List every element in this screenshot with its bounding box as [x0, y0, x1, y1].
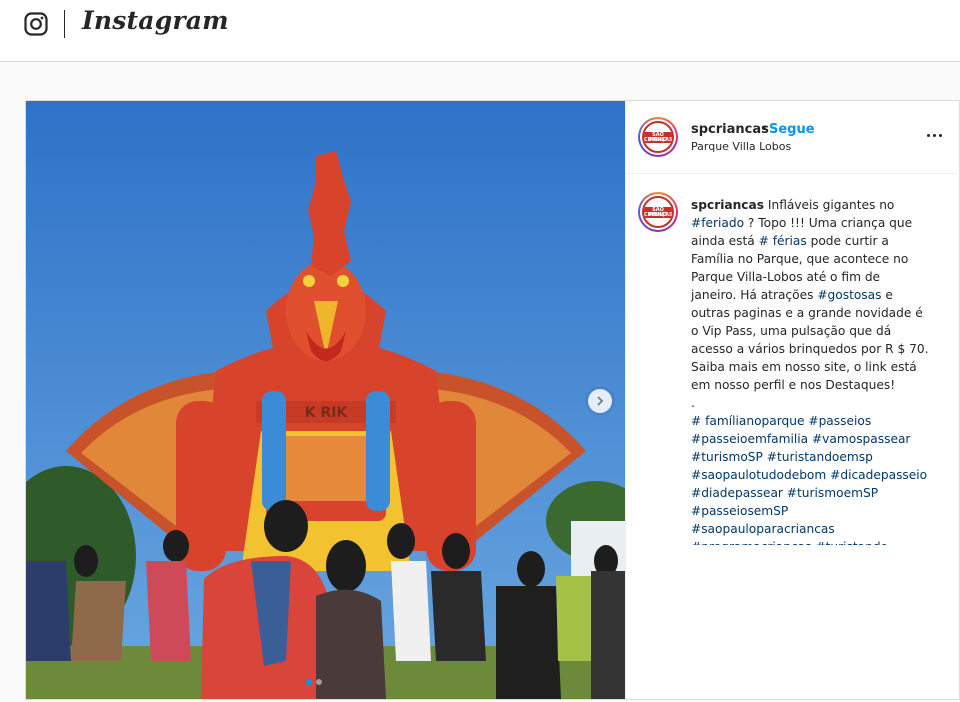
more-dot: [933, 134, 936, 137]
caption-username[interactable]: spcriancas: [691, 198, 764, 212]
avatar-image: SÃO PAULO CRIANÇAS: [642, 196, 674, 228]
comments-area: SÃO PAULO CRIANÇAS spcriancas Infláveis …: [626, 174, 960, 545]
hashtag-link[interactable]: #saopauloparacriancas: [691, 522, 835, 536]
more-dot: [939, 134, 942, 137]
caption-text: o Vip Pass, uma pulsação que dá: [691, 324, 892, 338]
hashtag-link[interactable]: #saopaulotudodebom: [691, 468, 826, 482]
caption-text: Parque Villa-Lobos até o fim de: [691, 270, 881, 284]
caption-line: #passeiosemSP: [691, 502, 941, 520]
post-caption: spcriancas Infláveis gigantes no #feriado…: [691, 196, 941, 545]
carousel-dot: [316, 679, 322, 685]
caption-line: #saopauloparacriancas: [691, 520, 941, 538]
caption-text: Saiba mais em nosso site, o link está: [691, 360, 917, 374]
inflatable-label: K RIK: [305, 405, 349, 421]
top-navigation-bar: Instagram: [0, 0, 960, 62]
carousel-indicator: [306, 679, 322, 687]
logo-divider: [64, 10, 65, 38]
separator-dot: •: [760, 122, 768, 137]
caption-line: .: [691, 394, 941, 412]
chevron-right-icon: [597, 396, 604, 406]
follow-button[interactable]: Segue: [769, 122, 815, 137]
hashtag-link[interactable]: #vamospassear: [812, 432, 910, 446]
hashtag-link[interactable]: #passeiosemSP: [691, 504, 788, 518]
carousel-dot-active: [306, 679, 312, 685]
caption-line: o Vip Pass, uma pulsação que dá: [691, 322, 941, 340]
caption-text: ainda está: [691, 234, 759, 248]
caption-text: janeiro. Há atrações: [691, 288, 818, 302]
avatar-text-bottom: CRIANÇAS: [644, 212, 673, 218]
post-container: K RIK SÃO PAULO CRIANÇAS spcriancas • Se…: [25, 100, 960, 700]
caption-text: .: [691, 396, 695, 410]
hashtag-link[interactable]: #passeios: [808, 414, 871, 428]
post-username[interactable]: spcriancas: [691, 122, 769, 137]
caption-line: em nosso perfil e nos Destaques!: [691, 376, 941, 394]
hashtag-link[interactable]: #diadepassear: [691, 486, 783, 500]
caption-line: #passeioemfamilia #vamospassear: [691, 430, 941, 448]
hashtag-link[interactable]: # férias: [759, 234, 807, 248]
avatar-ring-inner: SÃO PAULO CRIANÇAS: [640, 119, 676, 155]
more-options-icon[interactable]: [924, 128, 948, 144]
inflatable-rooster-photo: K RIK: [26, 101, 625, 699]
caption-line: #turismoSP #turistandoemsp: [691, 448, 941, 466]
caption-text: Infláveis gigantes no: [764, 198, 895, 212]
caption-line: outras paginas e a grande novidade é: [691, 304, 941, 322]
hashtag-link[interactable]: #turistando: [815, 540, 888, 545]
caption-line: #saopaulotudodebom #dicadepasseio: [691, 466, 941, 484]
caption-line: #programacriancas #turistando: [691, 538, 941, 545]
caption-avatar[interactable]: SÃO PAULO CRIANÇAS: [638, 192, 678, 232]
avatar[interactable]: SÃO PAULO CRIANÇAS: [638, 117, 678, 157]
caption-line: #diadepassear #turismoemSP: [691, 484, 941, 502]
caption-text: em nosso perfil e nos Destaques!: [691, 378, 896, 392]
caption-text: pode curtir a: [806, 234, 889, 248]
caption-line: # famílianoparque #passeios: [691, 412, 941, 430]
caption-text: e: [881, 288, 893, 302]
caption-line: #feriado ? Topo !!! Uma criança que: [691, 214, 941, 232]
post-header: SÃO PAULO CRIANÇAS spcriancas • Segue Pa…: [626, 101, 960, 174]
post-location[interactable]: Parque Villa Lobos: [691, 140, 791, 153]
caption-text: outras paginas e a grande novidade é: [691, 306, 923, 320]
instagram-camera-icon[interactable]: [24, 12, 48, 36]
caption-line: janeiro. Há atrações #gostosas e: [691, 286, 941, 304]
caption-line: Parque Villa-Lobos até o fim de: [691, 268, 941, 286]
more-dot: [927, 134, 930, 137]
caption-line: acesso a vários brinquedos por R $ 70.: [691, 340, 941, 358]
hashtag-link[interactable]: #turistandoemsp: [767, 450, 873, 464]
hashtag-link[interactable]: #turismoemSP: [787, 486, 878, 500]
instagram-wordmark[interactable]: Instagram: [82, 6, 229, 35]
post-sidebar: SÃO PAULO CRIANÇAS spcriancas • Segue Pa…: [625, 101, 960, 699]
carousel-next-button[interactable]: [588, 389, 612, 413]
caption-line: Saiba mais em nosso site, o link está: [691, 358, 941, 376]
avatar-text-bottom: CRIANÇAS: [644, 137, 673, 143]
avatar-image: SÃO PAULO CRIANÇAS: [642, 121, 674, 153]
caption-line: Família no Parque, que acontece no: [691, 250, 941, 268]
hashtag-link[interactable]: #passeioemfamilia: [691, 432, 808, 446]
caption-line: spcriancas Infláveis gigantes no: [691, 196, 941, 214]
hashtag-link[interactable]: #programacriancas: [691, 540, 812, 545]
caption-text: acesso a vários brinquedos por R $ 70.: [691, 342, 929, 356]
caption-text: ? Topo !!! Uma criança que: [744, 216, 913, 230]
post-image[interactable]: K RIK: [26, 101, 625, 699]
hashtag-link[interactable]: #turismoSP: [691, 450, 763, 464]
hashtag-link[interactable]: #feriado: [691, 216, 744, 230]
hashtag-link[interactable]: #dicadepasseio: [830, 468, 927, 482]
avatar-ring-inner: SÃO PAULO CRIANÇAS: [640, 194, 676, 230]
hashtag-link[interactable]: #gostosas: [817, 288, 881, 302]
caption-text: Família no Parque, que acontece no: [691, 252, 909, 266]
hashtag-link[interactable]: # famílianoparque: [691, 414, 804, 428]
caption-line: ainda está # férias pode curtir a: [691, 232, 941, 250]
